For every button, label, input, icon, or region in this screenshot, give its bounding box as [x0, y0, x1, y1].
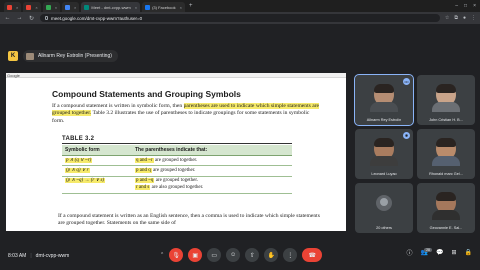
- emoji-reactions-button[interactable]: ☺: [226, 248, 241, 262]
- youtube-icon: [26, 4, 32, 10]
- symbolic-form: (p ∧ q) ∨ r: [65, 167, 90, 173]
- browser-tab-meet[interactable]: Meet - dmt-cvpp-wwm ×: [81, 2, 141, 12]
- participant-video: [370, 138, 398, 166]
- captions-button[interactable]: ▭: [207, 248, 222, 262]
- shared-screen: Google Compound Statements and Grouping …: [6, 73, 346, 231]
- presenter-name: Allnarm Rey Estrolin (Presenting): [38, 53, 112, 59]
- facebook-icon: [145, 4, 151, 10]
- participant-tile[interactable]: Rhonald marc Gel...: [417, 129, 475, 179]
- camera-off-button[interactable]: ▣: [188, 248, 203, 262]
- table-row: p ∧ (q ∨ ~r) q and ~r are grouped togeth…: [62, 155, 292, 167]
- forward-icon[interactable]: →: [16, 15, 23, 21]
- grouping-table: Symbolic form The parentheses indicate t…: [62, 145, 292, 194]
- symbolic-form: p ∧ (q ∨ ~r): [65, 157, 93, 163]
- extensions-icon[interactable]: ⧉: [454, 15, 458, 21]
- more-options-icon[interactable]: •••: [403, 78, 410, 85]
- meeting-details-icon[interactable]: ⓘ: [407, 248, 413, 257]
- keep-icon: K: [8, 51, 18, 61]
- symbolic-form: (p ∧ ~q) → (r ∨ s): [65, 178, 106, 184]
- meet-header: K Allnarm Rey Estrolin (Presenting): [0, 44, 350, 68]
- lock-icon: [45, 16, 48, 20]
- activities-icon[interactable]: ⊞: [451, 249, 456, 256]
- tab-title: (3) Facebook: [152, 4, 176, 10]
- table-header: The parentheses indicate that:: [132, 145, 292, 156]
- gmail-icon: [7, 4, 12, 10]
- profile-icon[interactable]: ●: [463, 15, 466, 21]
- slide-paragraph-2: If a compound statement is written as an…: [58, 213, 320, 227]
- meeting-code: dmt-cvpp-wwm: [35, 253, 70, 259]
- meet-icon: [84, 4, 90, 10]
- close-icon[interactable]: ×: [180, 5, 182, 10]
- participant-video: [432, 138, 460, 166]
- meeting-time: 8:03 AM: [8, 253, 27, 259]
- tab-title: Meet - dmt-cvpp-wwm: [91, 4, 131, 10]
- host-controls-icon[interactable]: 🔒: [465, 249, 472, 256]
- participant-name: Rhonald marc Gel...: [429, 172, 463, 176]
- close-icon[interactable]: ×: [135, 5, 137, 10]
- participant-video: [370, 84, 398, 112]
- back-icon[interactable]: ←: [4, 15, 11, 21]
- tab-favicon-icon: [45, 4, 51, 10]
- meet-control-bar: 8:03 AM | dmt-cvpp-wwm ⌃ 🎙 ▣ ▭ ☺ ⇧ ✋ ⋮ ☎…: [0, 242, 480, 270]
- slide-title: Compound Statements and Grouping Symbols: [52, 89, 241, 99]
- participant-tile[interactable]: ✱ Leonard Luyao: [355, 129, 413, 179]
- minimize-icon[interactable]: –: [455, 3, 458, 9]
- participant-name: Geovannie E. Sal...: [429, 226, 463, 230]
- slide-paragraph: If a compound statement is written in sy…: [52, 103, 320, 124]
- more-options-chevron-icon[interactable]: ⌃: [160, 252, 164, 258]
- browser-tab[interactable]: ×: [23, 2, 41, 12]
- close-icon[interactable]: ×: [35, 5, 37, 10]
- reload-icon[interactable]: ↻: [28, 15, 35, 22]
- address-bar[interactable]: meet.google.com/dmt-cvpp-wwm?authuser=0: [40, 14, 440, 22]
- table-row: (p ∧ q) ∨ r p and q are grouped together…: [62, 165, 292, 177]
- separator: |: [30, 253, 32, 259]
- close-window-icon[interactable]: ×: [473, 3, 476, 9]
- call-controls: ⌃ 🎙 ▣ ▭ ☺ ⇧ ✋ ⋮ ☎: [160, 248, 323, 262]
- table-rule: [62, 143, 292, 144]
- url-text: meet.google.com/dmt-cvpp-wwm?authuser=0: [51, 15, 143, 21]
- browser-tab-facebook[interactable]: (3) Facebook ×: [142, 2, 185, 12]
- speaking-icon: ✱: [403, 132, 410, 139]
- participant-video: [432, 84, 460, 112]
- microphone-off-button[interactable]: 🎙: [169, 248, 184, 262]
- star-icon[interactable]: ☆: [445, 15, 449, 21]
- table-label: TABLE 3.2: [62, 136, 95, 142]
- participant-name: 20 others: [376, 226, 392, 230]
- others-avatar-icon: [376, 195, 392, 211]
- raise-hand-button[interactable]: ✋: [264, 248, 279, 262]
- participant-count-badge: 28: [424, 248, 432, 252]
- browser-tab[interactable]: ×: [62, 2, 80, 12]
- maximize-icon[interactable]: □: [464, 3, 467, 9]
- presenter-avatar: [26, 52, 34, 60]
- others-tile[interactable]: 20 others: [355, 183, 413, 233]
- participant-tile[interactable]: John Cristian H. B...: [417, 75, 475, 125]
- chat-icon[interactable]: 💬: [436, 249, 443, 256]
- leave-call-button[interactable]: ☎: [302, 248, 323, 262]
- participant-name: Allnarm Rey Estrolin: [366, 118, 402, 122]
- side-controls: ⓘ 👥 28 💬 ⊞ 🔒: [407, 248, 472, 257]
- window-controls: – □ ×: [455, 3, 480, 9]
- close-icon[interactable]: ×: [55, 5, 57, 10]
- participant-name: John Cristian H. B...: [429, 118, 463, 122]
- participant-video: [432, 192, 460, 220]
- participant-tile[interactable]: Geovannie E. Sal...: [417, 183, 475, 233]
- presenter-pill[interactable]: Allnarm Rey Estrolin (Presenting): [23, 50, 118, 62]
- tab-favicon-icon: [65, 4, 71, 10]
- new-tab-button[interactable]: +: [189, 3, 193, 9]
- meeting-info: 8:03 AM | dmt-cvpp-wwm: [8, 253, 69, 259]
- menu-icon[interactable]: ⋮: [471, 15, 476, 21]
- table-header: Symbolic form: [62, 145, 132, 156]
- close-icon[interactable]: ×: [74, 5, 76, 10]
- table-row: (p ∧ ~q) → (r ∨ s) p and ~q are grouped …: [62, 176, 292, 194]
- browser-toolbar: ← → ↻ meet.google.com/dmt-cvpp-wwm?authu…: [0, 12, 480, 24]
- browser-tab[interactable]: ×: [4, 2, 22, 12]
- browser-tab[interactable]: ×: [42, 2, 61, 12]
- more-options-button[interactable]: ⋮: [283, 248, 298, 262]
- slide-source-strip: Google: [6, 73, 346, 78]
- browser-tab-strip: × × × × Meet - dmt-cvpp-wwm × (3) Faceboo…: [0, 0, 480, 12]
- close-icon[interactable]: ×: [16, 5, 18, 10]
- participant-tile[interactable]: ••• Allnarm Rey Estrolin: [354, 74, 414, 126]
- present-now-button[interactable]: ⇧: [245, 248, 260, 262]
- participant-name: Leonard Luyao: [371, 172, 397, 176]
